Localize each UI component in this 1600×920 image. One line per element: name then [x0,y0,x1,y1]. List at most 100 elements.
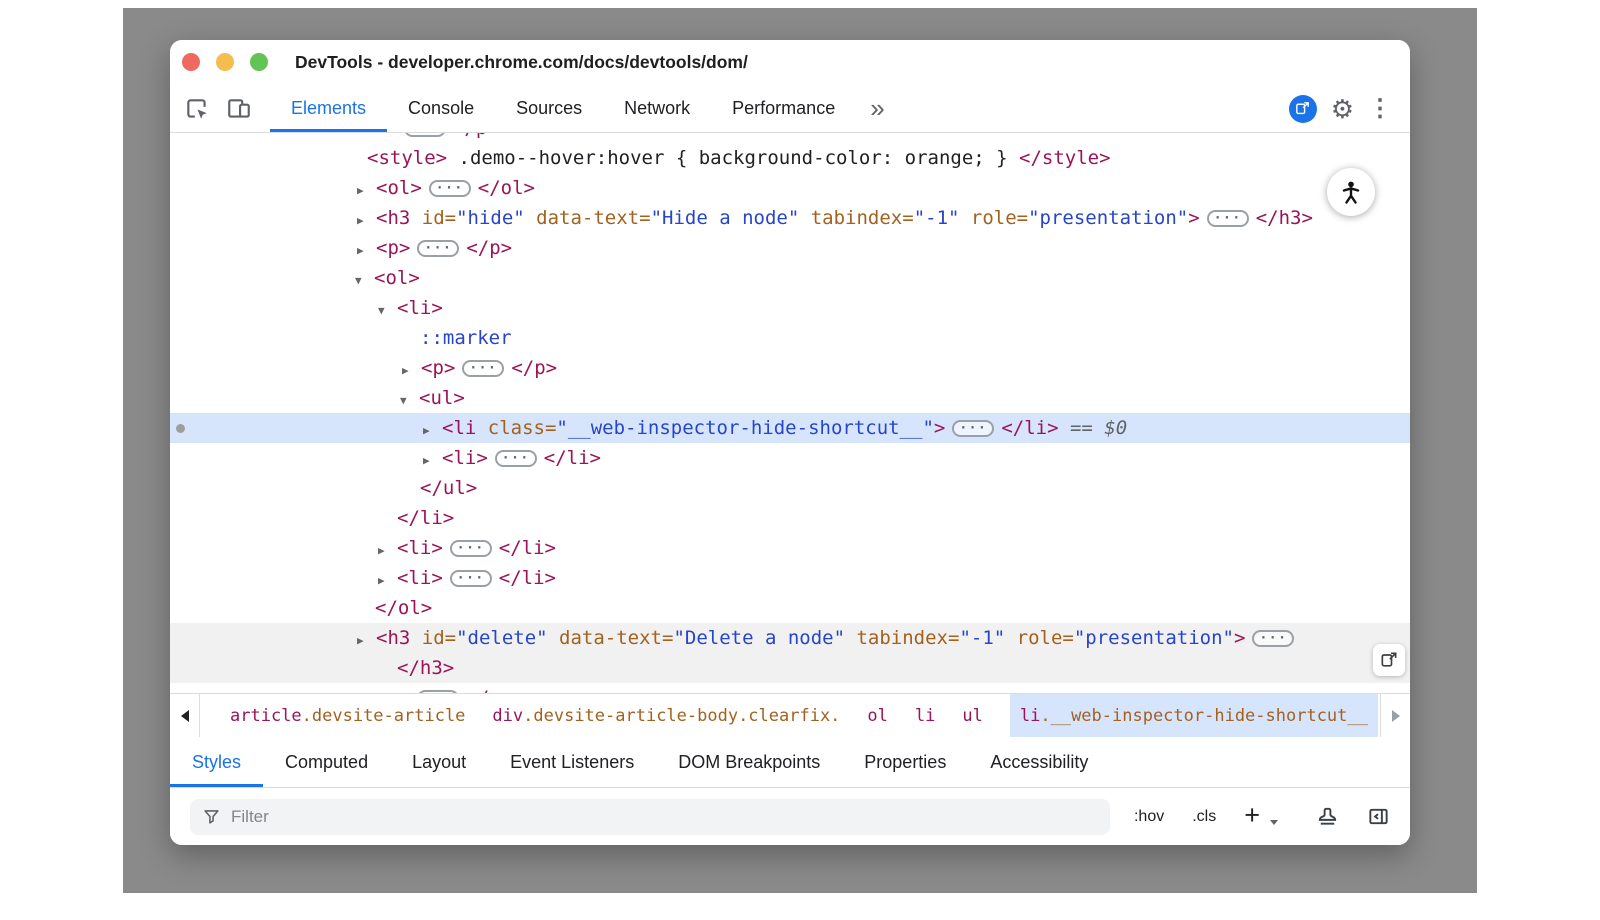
more-tabs-button[interactable]: » [856,85,898,132]
element-classes-button[interactable]: .cls [1192,808,1216,826]
inline-expand-icon[interactable]: ··· [462,360,504,377]
dom-tree-row[interactable]: ▶<li>···</li> [170,533,1410,563]
inline-expand-icon[interactable]: ··· [429,180,471,197]
inline-expand-icon[interactable]: ··· [450,570,492,587]
chevron-right-icon [1392,710,1400,722]
expand-arrow-icon[interactable]: ▶ [378,536,397,566]
breadcrumb-item[interactable]: li [915,694,935,737]
expand-arrow-icon[interactable]: ▶ [423,446,442,476]
dom-tree-row[interactable]: <style> .demo--hover:hover { background-… [170,143,1410,173]
collapse-arrow-icon[interactable]: ▼ [400,386,419,416]
dom-tree-row[interactable]: ▼<ol> [170,263,1410,293]
expand-arrow-icon[interactable]: ▶ [423,416,442,446]
tab-network[interactable]: Network [603,85,711,132]
dom-tree-row[interactable]: ▶<p>···</p> [170,683,1410,693]
expand-arrow-icon[interactable]: ▶ [357,626,376,656]
tab-dom-breakpoints[interactable]: DOM Breakpoints [656,737,842,787]
dom-tree-row[interactable]: </h3> [170,653,1410,683]
tab-layout[interactable]: Layout [390,737,488,787]
breadcrumb-item[interactable]: div.devsite-article-body.clearfix. [492,694,840,737]
code-val: "presentation" [1028,207,1188,229]
dom-tree-row[interactable]: ▶<ol>···</ol> [170,173,1410,203]
dom-tree-row[interactable]: ::marker [170,323,1410,353]
toggle-element-state-button[interactable]: :hov [1134,808,1164,826]
dom-tree-row[interactable]: ▶<li class="__web-inspector-hide-shortcu… [170,413,1410,443]
dom-tree-row[interactable]: </ol> [170,593,1410,623]
styles-tabs: StylesComputedLayoutEvent ListenersDOM B… [170,737,1410,788]
tab-sources[interactable]: Sources [495,85,603,132]
code-val: "-1" [914,207,960,229]
tab-styles[interactable]: Styles [170,737,263,787]
dom-tree-row[interactable]: ▶<p>···</p> [170,233,1410,263]
code-val: "Hide a node" [651,207,800,229]
tab-performance[interactable]: Performance [711,85,856,132]
inline-expand-icon[interactable]: ··· [495,450,537,467]
code-text: .demo--hover:hover { background-color: o… [447,147,1019,169]
close-window-button[interactable] [182,53,200,71]
collapse-arrow-icon[interactable]: ▼ [378,296,397,326]
collapse-arrow-icon[interactable]: ▼ [355,266,374,296]
toggle-emulations-button[interactable] [1316,805,1339,828]
breadcrumb-item[interactable]: li.__web-inspector-hide-shortcut__ [1010,694,1378,737]
code-tag: </ol> [375,597,432,619]
expand-arrow-icon[interactable]: ▶ [357,176,376,206]
code-tag: <p> [421,357,455,379]
inline-expand-icon[interactable]: ··· [450,540,492,557]
expand-arrow-icon[interactable]: ▶ [357,236,376,266]
dom-tree-row[interactable]: ▶<h3 id="delete" data-text="Delete a nod… [170,623,1410,653]
new-style-rule-button[interactable]: + [1244,802,1260,829]
toggle-device-toolbar-button[interactable] [224,85,254,132]
tab-computed[interactable]: Computed [263,737,390,787]
code-tag: <li> [442,447,488,469]
inspect-element-button[interactable] [182,85,212,132]
dom-tree-row[interactable]: ▼<ul> [170,383,1410,413]
filter-funnel-icon [202,807,221,826]
inline-expand-icon[interactable]: ··· [1252,630,1294,647]
inspect-cursor-icon [184,96,210,122]
tab-event-listeners[interactable]: Event Listeners [488,737,656,787]
tab-accessibility[interactable]: Accessibility [968,737,1110,787]
crumb-tag: ol [867,706,887,726]
scroll-into-view-button[interactable] [1373,644,1405,676]
settings-button[interactable]: ⚙ [1331,96,1354,122]
dom-tree-row[interactable]: ▶<p>···</p> [170,353,1410,383]
tab-properties[interactable]: Properties [842,737,968,787]
tab-console[interactable]: Console [387,85,495,132]
customize-menu-button[interactable]: ⋮ [1368,97,1392,121]
expand-arrow-icon[interactable]: ▶ [402,356,421,386]
breadcrumb-item[interactable]: article.devsite-article [230,694,465,737]
breadcrumb-scroll-left-button[interactable] [170,694,200,737]
device-toolbar-icon [226,96,252,122]
tab-elements[interactable]: Elements [270,85,387,132]
expand-arrow-icon[interactable]: ▶ [357,206,376,236]
breadcrumb-item[interactable]: ul [962,694,982,737]
code-tag: <li [442,417,476,439]
dom-tree-row[interactable]: </li> [170,503,1410,533]
crumb-tag: ul [962,706,982,726]
sidebar-toggle-icon [1367,805,1390,828]
accessibility-overlay-button[interactable] [1327,168,1375,216]
dom-tree-row[interactable]: ▼<li> [170,293,1410,323]
dom-tree-row[interactable]: </ul> [170,473,1410,503]
feedback-button[interactable] [1289,95,1317,123]
dom-tree-row[interactable]: ▶<h3 id="hide" data-text="Hide a node" t… [170,203,1410,233]
inline-expand-icon[interactable]: ··· [1207,210,1249,227]
expand-arrow-icon[interactable]: ▶ [357,686,376,693]
dom-tree-row[interactable]: ▶<li>···</li> [170,563,1410,593]
styles-filter-field[interactable] [190,799,1110,835]
breadcrumb-scroll-right-button[interactable] [1380,694,1410,737]
expand-arrow-icon[interactable]: ▶ [378,566,397,596]
dom-tree-row[interactable]: ▶<li>···</li> [170,443,1410,473]
crumb-tag: div [492,706,523,726]
dom-tree-row[interactable]: ···</p> [170,133,1410,143]
zoom-window-button[interactable] [250,53,268,71]
inline-expand-icon[interactable]: ··· [417,240,459,257]
inline-expand-icon[interactable]: ··· [952,420,994,437]
code-tag: </li> [397,507,454,529]
toggle-sidebar-button[interactable] [1367,805,1390,828]
inline-expand-icon[interactable]: ··· [404,133,446,137]
filter-input[interactable] [231,807,1098,827]
breadcrumb-item[interactable]: ol [867,694,887,737]
minimize-window-button[interactable] [216,53,234,71]
code-attr: role= [959,207,1028,229]
